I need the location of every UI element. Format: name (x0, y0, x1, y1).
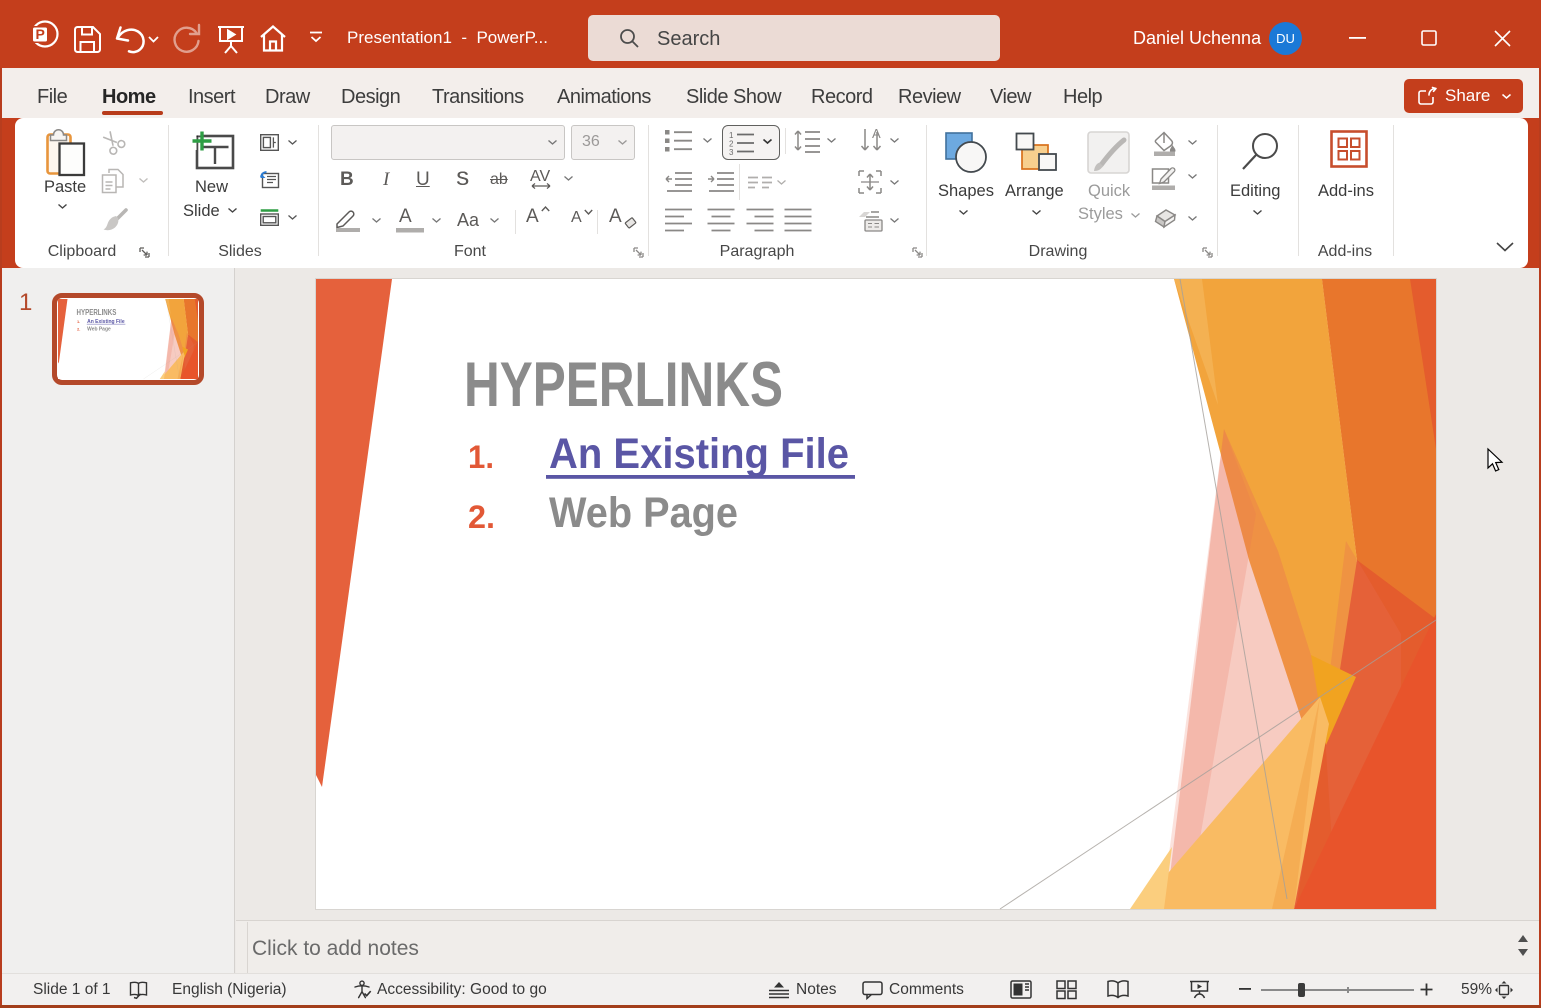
svg-text:3: 3 (729, 148, 734, 157)
svg-text:P: P (36, 26, 45, 42)
svg-text:A: A (872, 126, 881, 141)
